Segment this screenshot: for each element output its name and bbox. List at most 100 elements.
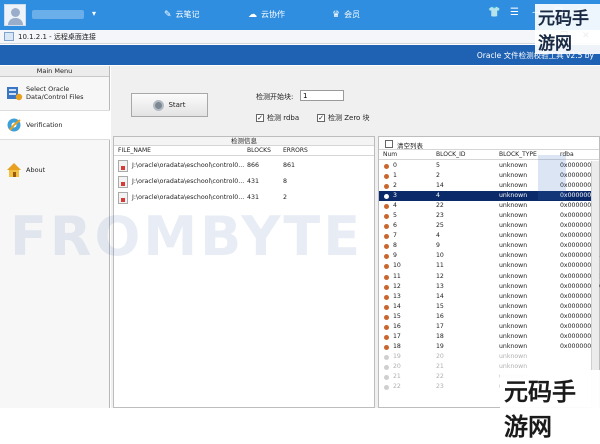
check-zero-label: 检测 Zero 块	[328, 114, 370, 122]
row-num: 1	[393, 172, 397, 180]
block-id: 14	[436, 292, 444, 300]
list-item[interactable]: 17 18 unknown 0x00000012	[379, 332, 599, 342]
list-item[interactable]: 6 25 unknown 0x00000019	[379, 221, 599, 231]
start-block-input[interactable]	[300, 90, 344, 101]
row-num: 20	[393, 362, 401, 370]
list-item[interactable]: 2 14 unknown 0x0000000E	[379, 181, 599, 191]
column-header[interactable]: BLOCK_ID	[436, 151, 465, 158]
column-header[interactable]: Num	[383, 151, 397, 158]
checkbox-icon: ✓	[317, 114, 325, 122]
column-header[interactable]: BLOCKS	[247, 147, 271, 154]
block-type: unknown	[499, 272, 528, 280]
list-item[interactable]: 15 16 unknown 0x00000010	[379, 312, 599, 322]
row-num: 5	[393, 212, 397, 220]
list-item[interactable]: 13 14 unknown 0x0000000E	[379, 292, 599, 302]
list-column-headers: Num BLOCK_ID BLOCK_TYPE rdba	[379, 150, 599, 160]
blocks-value: 431	[247, 194, 260, 201]
block-type: unknown	[499, 232, 528, 240]
row-num: 17	[393, 332, 401, 340]
block-type: unknown	[499, 312, 528, 320]
block-type: unknown	[499, 182, 528, 190]
block-id: 16	[436, 312, 444, 320]
column-header[interactable]: FILE_NAME	[118, 147, 151, 154]
nav-label: 会员	[344, 10, 361, 19]
check-zero-checkbox[interactable]: ✓ 检测 Zero 块	[317, 113, 370, 123]
row-num: 8	[393, 242, 397, 250]
list-item[interactable]: 18 19 unknown 0x00000013	[379, 342, 599, 352]
list-item[interactable]: 1 2 unknown 0x00000002	[379, 171, 599, 181]
home-icon	[7, 163, 21, 177]
column-header[interactable]: ERRORS	[283, 147, 308, 154]
block-type: unknown	[499, 172, 528, 180]
list-item[interactable]: 10 11 unknown 0x0000000B	[379, 261, 599, 271]
row-num: 10	[393, 262, 401, 270]
block-id: 22	[436, 202, 444, 210]
block-type: unknown	[499, 192, 528, 200]
list-item[interactable]: 3 4 unknown 0x00000004	[379, 191, 599, 202]
block-id: 2	[436, 172, 440, 180]
clear-list-checkbox[interactable]: 清空列表	[379, 137, 599, 150]
avatar[interactable]	[4, 4, 26, 26]
detect-panel-header: 检测信息	[114, 137, 374, 146]
row-num: 6	[393, 222, 397, 230]
list-item[interactable]: 5 23 unknown 0x00000017	[379, 211, 599, 221]
sidebar-item-verification[interactable]: Verification	[0, 110, 110, 140]
block-id: 13	[436, 282, 444, 290]
list-item[interactable]: 4 22 unknown 0x00000016	[379, 201, 599, 211]
list-item[interactable]: 14 15 unknown 0x0000000F	[379, 302, 599, 312]
errors-value: 2	[283, 194, 288, 201]
table-row[interactable]: J:\oracle\oradata\eschool\control0... 43…	[118, 191, 373, 205]
table-row[interactable]: J:\oracle\oradata\eschool\control0... 86…	[118, 159, 373, 173]
clear-list-label: 清空列表	[397, 142, 423, 150]
block-id: 18	[436, 332, 444, 340]
status-dot-icon	[384, 344, 389, 350]
block-type: unknown	[499, 212, 528, 220]
block-id: 23	[436, 212, 444, 220]
status-dot-icon	[384, 214, 389, 220]
table-row[interactable]: J:\oracle\oradata\eschool\control0... 43…	[118, 175, 373, 189]
file-error-icon	[118, 176, 128, 188]
list-item[interactable]: 8 9 unknown 0x00000009	[379, 241, 599, 251]
file-name: J:\oracle\oradata\eschool\control0...	[132, 194, 245, 201]
watermark-center: FROMBYTE	[10, 205, 364, 268]
sidebar-item-select-files[interactable]: Select Oracle Data/Control Files	[0, 80, 110, 106]
gear-icon	[7, 118, 21, 132]
nav-vip[interactable]: ♛ 会员	[332, 9, 360, 20]
list-item[interactable]: 19 20 unknown	[379, 352, 599, 362]
menu-icon[interactable]: ☰	[510, 6, 519, 20]
block-type: unknown	[499, 332, 528, 340]
file-name: J:\oracle\oradata\eschool\control0...	[132, 162, 245, 169]
checkbox-icon: ✓	[256, 114, 264, 122]
list-item[interactable]: 12 13 unknown 0x0000000D	[379, 282, 600, 292]
list-item[interactable]: 11 12 unknown 0x0000000C	[379, 272, 599, 282]
status-dot-icon	[384, 244, 389, 250]
chevron-down-icon[interactable]: ▾	[92, 9, 96, 18]
column-header[interactable]: BLOCK_TYPE	[499, 151, 537, 158]
block-list-panel: 清空列表 Num BLOCK_ID BLOCK_TYPE rdba 0 5 unkn…	[378, 136, 600, 408]
list-item[interactable]: 7 4 unknown 0x00000004	[379, 231, 599, 241]
block-type: unknown	[499, 262, 528, 270]
sidebar-item-about[interactable]: About	[0, 158, 110, 182]
row-num: 15	[393, 312, 401, 320]
block-type: unknown	[499, 322, 528, 330]
window-title: 10.1.2.1 - 远程桌面连接	[18, 33, 96, 41]
blocks-value: 866	[247, 162, 260, 169]
checkbox-icon	[385, 140, 393, 148]
row-num: 14	[393, 302, 401, 310]
status-dot-icon	[384, 204, 389, 210]
check-rdba-checkbox[interactable]: ✓ 检测 rdba	[256, 113, 299, 123]
status-dot-icon	[384, 224, 389, 230]
watermark-bottom: 元码手游网	[500, 370, 600, 444]
list-item[interactable]: 0 5 unknown 0x00000005	[379, 161, 599, 171]
nav-cloud-collab[interactable]: ☁ 云协作	[248, 9, 285, 20]
list-item[interactable]: 16 17 unknown 0x00000011	[379, 322, 599, 332]
row-num: 3	[393, 192, 397, 200]
block-type: unknown	[499, 162, 528, 169]
file-name: J:\oracle\oradata\eschool\control0...	[132, 178, 245, 185]
start-button[interactable]: Start	[131, 93, 208, 117]
shirt-icon[interactable]: 👕	[488, 6, 500, 20]
block-id: 5	[436, 162, 440, 169]
list-item[interactable]: 9 10 unknown 0x0000000A	[379, 251, 599, 261]
nav-cloud-note[interactable]: ✎ 云笔记	[164, 9, 200, 20]
block-type: unknown	[499, 242, 528, 250]
